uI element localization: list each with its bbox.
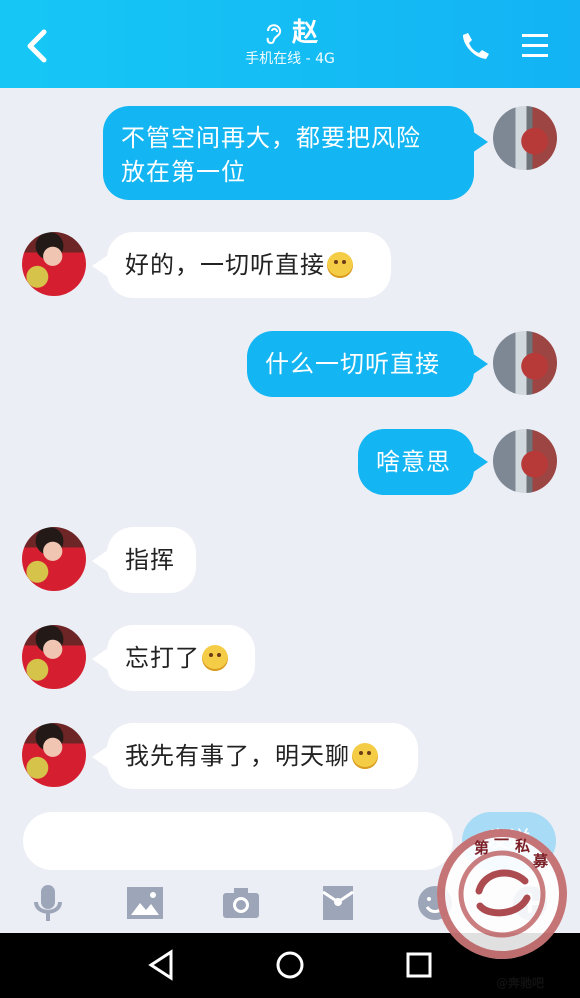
contact-avatar[interactable]	[22, 232, 86, 296]
thinking-face-icon	[352, 743, 378, 769]
camera-icon[interactable]	[213, 875, 269, 931]
watermark-text: 私	[514, 837, 530, 855]
contact-title-block: 赵 手机在线 - 4G	[0, 18, 580, 70]
message-text: 好的，一切听直接	[125, 251, 325, 279]
message-line: 不管空间再大，都要把风险	[121, 124, 421, 152]
message-bubble-contact[interactable]: 好的，一切听直接	[107, 232, 391, 298]
online-status: 手机在线 - 4G	[245, 51, 335, 67]
my-avatar[interactable]	[493, 106, 557, 170]
ear-icon	[266, 24, 282, 45]
message-bubble-contact[interactable]: 我先有事了，明天聊	[107, 723, 418, 789]
watermark-text: 第	[474, 839, 489, 857]
back-triangle-icon[interactable]	[144, 948, 178, 982]
message-input[interactable]	[23, 812, 453, 870]
source-watermark: @奔驰吧	[496, 976, 545, 990]
contact-avatar[interactable]	[22, 625, 86, 689]
chat-header: 赵 手机在线 - 4G	[0, 0, 580, 88]
grinning-face-icon	[327, 252, 353, 278]
contact-avatar[interactable]	[22, 723, 86, 787]
circular-watermark: 第 一 私 募	[437, 829, 567, 959]
message-text: 我先有事了，明天聊	[125, 742, 350, 770]
menu-icon[interactable]	[520, 30, 550, 60]
message-bubble-contact[interactable]: 忘打了	[107, 625, 255, 691]
image-icon[interactable]	[117, 875, 173, 931]
contact-title-row: 赵	[0, 18, 580, 48]
bubble-tail	[92, 746, 108, 768]
message-text: 什么一切听直接	[265, 350, 440, 378]
message-bubble-me[interactable]: 什么一切听直接	[247, 331, 474, 397]
home-circle-icon[interactable]	[273, 948, 307, 982]
contact-name: 赵	[291, 18, 318, 48]
message-bubble-contact[interactable]: 指挥	[107, 527, 196, 593]
microphone-icon[interactable]	[20, 875, 76, 931]
watermark-text: 一	[494, 831, 509, 849]
chat-message-list[interactable]: 不管空间再大，都要把风险 放在第一位 好的，一切听直接 什么一切听直接 啥意思 …	[0, 88, 580, 810]
message-line: 放在第一位	[121, 158, 246, 186]
message-bubble-me[interactable]: 啥意思	[358, 429, 474, 495]
phone-icon[interactable]	[461, 30, 491, 60]
contact-avatar[interactable]	[22, 527, 86, 591]
message-text: 啥意思	[376, 448, 451, 476]
bubble-tail	[92, 648, 108, 670]
my-avatar[interactable]	[493, 429, 557, 493]
watermark-text: 募	[532, 852, 549, 870]
bubble-tail	[472, 131, 488, 153]
flushed-face-icon	[202, 645, 228, 671]
bubble-tail	[92, 255, 108, 277]
bubble-tail	[472, 451, 488, 473]
red-envelope-icon[interactable]	[310, 875, 366, 931]
my-avatar[interactable]	[493, 331, 557, 395]
message-text: 指挥	[125, 546, 175, 574]
recent-square-icon[interactable]	[402, 948, 436, 982]
bubble-tail	[472, 353, 488, 375]
bubble-tail	[92, 550, 108, 572]
message-text: 忘打了	[125, 644, 200, 672]
message-bubble-me[interactable]: 不管空间再大，都要把风险 放在第一位	[103, 106, 474, 200]
